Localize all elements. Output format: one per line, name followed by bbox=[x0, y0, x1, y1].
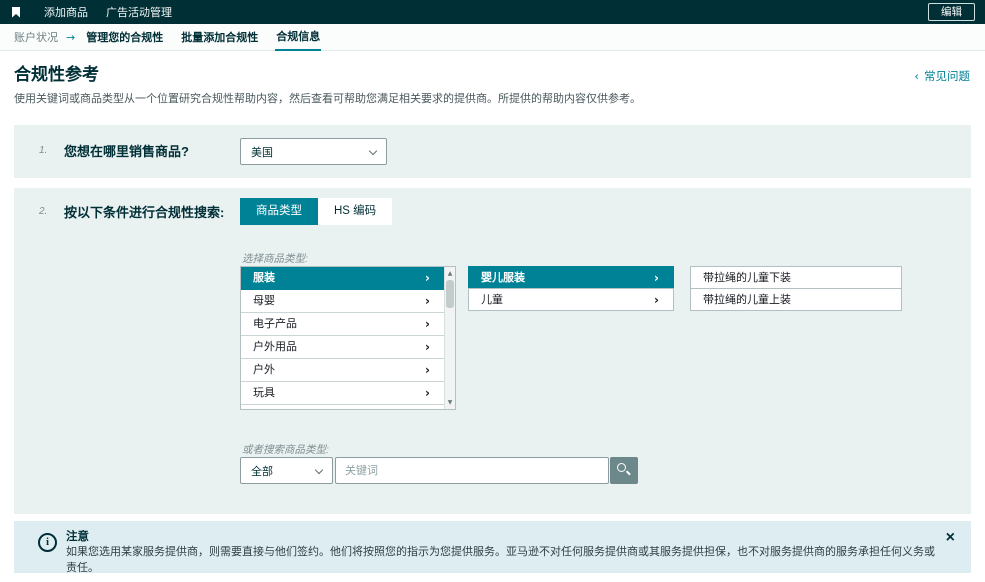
top-nav-bar: 添加商品 广告活动管理 编辑 bbox=[0, 0, 985, 24]
category-row[interactable]: 母婴 bbox=[241, 290, 444, 313]
chevron-right-icon bbox=[425, 290, 430, 312]
search-icon bbox=[617, 463, 626, 472]
category-row[interactable]: 带拉绳的儿童上装 bbox=[690, 288, 902, 311]
menu-item-add-product[interactable]: 添加商品 bbox=[44, 4, 88, 20]
page-description: 使用关键词或商品类型从一个位置研究合规性帮助内容，然后查看可帮助您满足相关要求的… bbox=[14, 90, 944, 106]
category-row[interactable]: 户外 bbox=[241, 359, 444, 382]
tab-product-type[interactable]: 商品类型 bbox=[240, 198, 318, 225]
chevron-right-icon bbox=[654, 289, 659, 311]
top-menu: 添加商品 广告活动管理 bbox=[44, 4, 172, 20]
chevron-down-icon bbox=[369, 147, 377, 155]
country-select-value: 美国 bbox=[251, 144, 273, 160]
category-list-level1: 服装 母婴 电子产品 户外用品 户外 玩具 家居装修 bbox=[240, 266, 456, 410]
info-icon bbox=[38, 533, 57, 552]
category-rows: 服装 母婴 电子产品 户外用品 户外 玩具 家居装修 bbox=[241, 267, 444, 409]
edit-button[interactable]: 编辑 bbox=[928, 3, 975, 21]
category-row[interactable]: 家居装修 bbox=[241, 405, 444, 409]
step1-question: 您想在哪里销售商品? bbox=[64, 141, 189, 160]
step2-card: 2. 按以下条件进行合规性搜索: 商品类型 HS 编码 选择商品类型: 服装 母… bbox=[14, 188, 971, 514]
scrollbar-thumb[interactable] bbox=[446, 280, 454, 308]
compliance-reference-page: 添加商品 广告活动管理 编辑 账户状况 → 管理您的合规性 批量添加合规性 合规… bbox=[0, 0, 985, 582]
page-title: 合规性参考 bbox=[14, 60, 99, 85]
category-row[interactable]: 服装 bbox=[241, 267, 444, 290]
menu-item-campaign-manager[interactable]: 广告活动管理 bbox=[106, 4, 172, 20]
chevron-right-icon bbox=[425, 267, 430, 289]
note-banner: 注意 如果您选用某家服务提供商，则需要直接与他们签约。他们将按照您的指示为您提供… bbox=[14, 521, 971, 573]
chevron-right-icon bbox=[425, 382, 430, 404]
list-scrollbar[interactable] bbox=[444, 267, 455, 409]
note-title: 注意 bbox=[66, 528, 89, 544]
chevron-right-icon bbox=[425, 313, 430, 335]
search-scope-select[interactable]: 全部 bbox=[240, 457, 333, 484]
search-type-label: 或者搜索商品类型: bbox=[242, 442, 329, 457]
category-row[interactable]: 电子产品 bbox=[241, 313, 444, 336]
chevron-right-icon bbox=[425, 336, 430, 358]
category-row[interactable]: 儿童 bbox=[468, 288, 674, 311]
breadcrumb: 账户状况 → 管理您的合规性 批量添加合规性 合规信息 bbox=[0, 24, 985, 51]
nav-compliance-info[interactable]: 合规信息 bbox=[275, 23, 321, 51]
category-list-level3: 带拉绳的儿童下装 带拉绳的儿童上装 bbox=[690, 266, 902, 311]
category-list-level2: 婴儿服装 儿童 bbox=[468, 266, 674, 311]
chevron-right-icon bbox=[654, 267, 659, 289]
country-select[interactable]: 美国 bbox=[240, 138, 387, 165]
category-row[interactable]: 带拉绳的儿童下装 bbox=[690, 266, 902, 289]
close-icon[interactable]: × bbox=[946, 530, 955, 546]
step2-number: 2. bbox=[39, 206, 47, 217]
faq-link[interactable]: ‹常见问题 bbox=[914, 68, 970, 84]
category-row[interactable]: 户外用品 bbox=[241, 336, 444, 359]
chevron-right-icon bbox=[425, 359, 430, 381]
category-row[interactable]: 婴儿服装 bbox=[468, 266, 674, 289]
tab-hs-code[interactable]: HS 编码 bbox=[318, 198, 392, 225]
nav-manage-compliance[interactable]: 管理您的合规性 bbox=[85, 24, 164, 50]
chevron-right-icon bbox=[425, 405, 430, 409]
scroll-down-icon[interactable] bbox=[445, 399, 455, 406]
keyword-input[interactable] bbox=[335, 457, 609, 484]
step2-question: 按以下条件进行合规性搜索: bbox=[64, 202, 224, 221]
breadcrumb-arrow-icon: → bbox=[66, 31, 75, 44]
category-row[interactable]: 玩具 bbox=[241, 382, 444, 405]
bookmark-icon bbox=[12, 7, 20, 18]
search-button[interactable] bbox=[610, 457, 638, 484]
breadcrumb-account-health[interactable]: 账户状况 bbox=[14, 29, 58, 45]
search-scope-value: 全部 bbox=[251, 463, 273, 479]
step1-number: 1. bbox=[39, 145, 47, 156]
chevron-down-icon bbox=[315, 466, 323, 474]
note-text: 如果您选用某家服务提供商，则需要直接与他们签约。他们将按照您的指示为您提供服务。… bbox=[66, 543, 936, 575]
chevron-left-icon: ‹ bbox=[914, 69, 919, 83]
search-mode-tabs: 商品类型 HS 编码 bbox=[240, 198, 392, 225]
scroll-up-icon[interactable] bbox=[445, 270, 455, 277]
choose-type-label: 选择商品类型: bbox=[242, 251, 308, 266]
step1-card: 1. 您想在哪里销售商品? 美国 bbox=[14, 125, 971, 178]
nav-bulk-add-compliance[interactable]: 批量添加合规性 bbox=[180, 24, 259, 50]
